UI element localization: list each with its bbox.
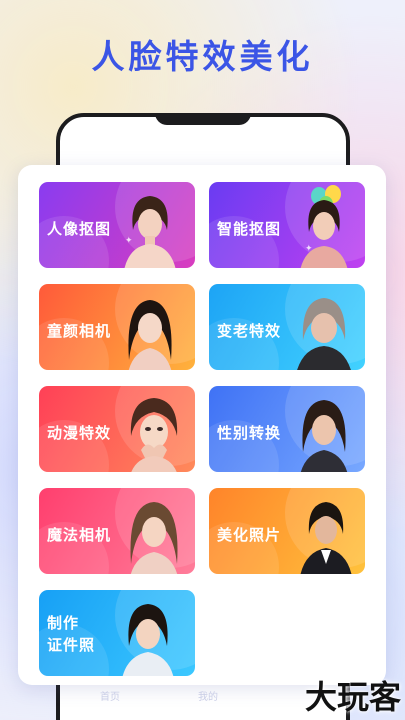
card-label: 动漫特效 [47,424,112,442]
card-magic-camera[interactable]: 魔法相机 [39,488,195,574]
person-portrait-icon [300,400,348,472]
person-portrait-icon [122,604,174,676]
person-portrait-icon [300,502,352,574]
person-portrait-icon [124,196,176,268]
phone-notch [155,113,251,125]
tab-home[interactable]: 首页 [100,688,120,703]
card-child-face-camera[interactable]: 童颜相机 [39,284,195,370]
person-portrait-icon [300,200,348,268]
card-label: 人像抠图 [47,220,112,238]
card-label: 美化照片 [217,526,282,544]
bottom-tab-bar: 首页 我的 [60,686,346,716]
card-anime-effect[interactable]: 动漫特效 [39,386,195,472]
card-beautify-photo[interactable]: 美化照片 [209,488,365,574]
person-portrait-icon [297,298,351,370]
page-headline: 人脸特效美化 [91,37,314,76]
card-smart-cutout[interactable]: 智能抠图 ✦ [209,182,365,268]
card-label: 智能抠图 [217,220,282,238]
card-id-photo[interactable]: 制作 证件照 [39,590,195,676]
card-label: 变老特效 [217,322,282,340]
tab-mine[interactable]: 我的 [198,688,218,703]
sparkle-icon: ✦ [125,236,133,246]
card-portrait-cutout[interactable]: 人像抠图 ✦ [39,182,195,268]
card-label: 性别转换 [217,424,282,442]
card-label: 童颜相机 [47,322,112,340]
sparkle-icon: ✦ [305,244,313,254]
card-aging-effect[interactable]: 变老特效 [209,284,365,370]
person-portrait-icon [130,502,178,574]
watermark-logo: 大玩客 [304,678,401,716]
card-label: 制作 证件照 [47,612,95,656]
card-gender-swap[interactable]: 性别转换 [209,386,365,472]
feature-panel: 人像抠图 ✦ 智能抠图 ✦ 童颜相机 变老特效 动漫特效 性别转换 魔法相机 美… [18,165,386,685]
card-label: 魔法相机 [47,526,112,544]
person-portrait-icon [128,300,172,370]
person-portrait-icon [130,398,178,472]
card-label-line: 制作 [47,614,80,632]
card-label-line: 证件照 [47,636,96,654]
